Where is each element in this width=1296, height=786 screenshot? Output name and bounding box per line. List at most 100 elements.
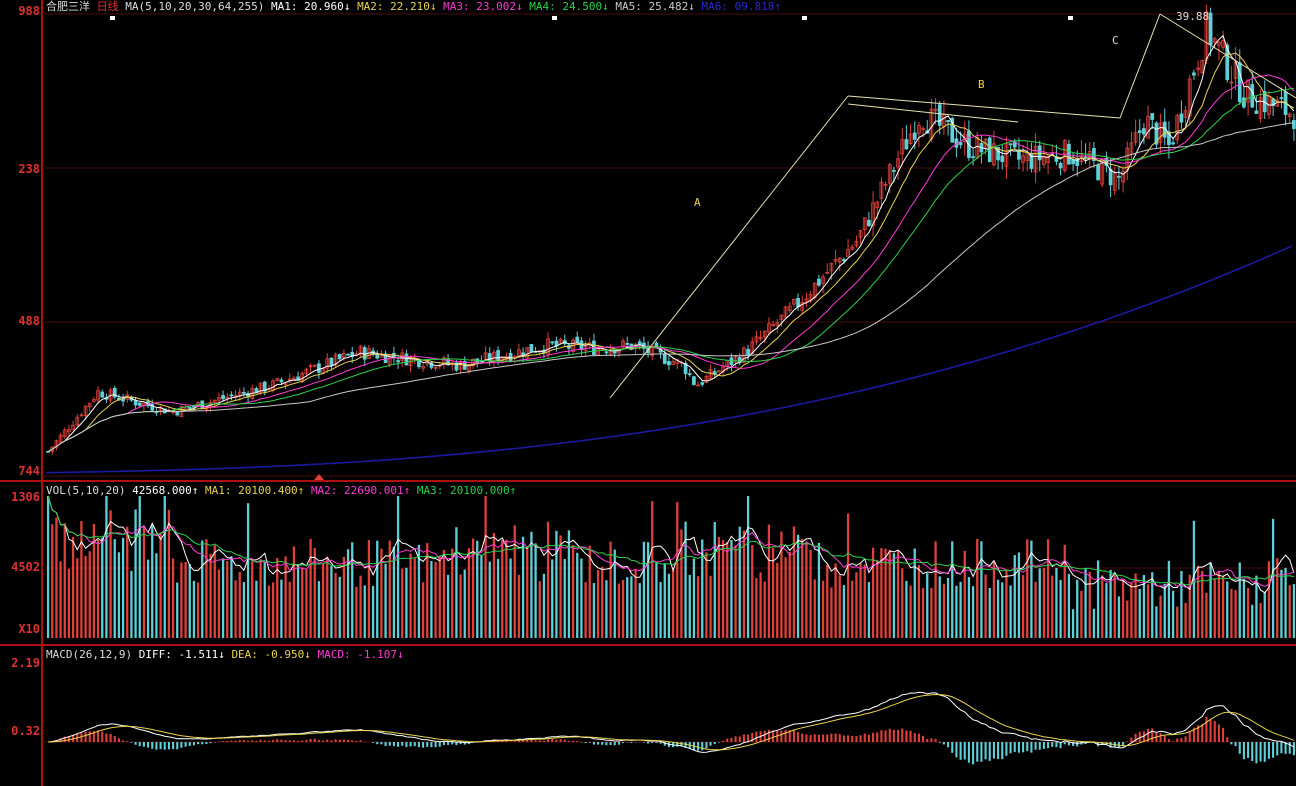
ma2-value: MA2: 22.210↓ <box>357 0 437 13</box>
candle-body <box>1071 159 1075 165</box>
candle-body <box>1137 130 1142 133</box>
peak-price-label: 39.88 <box>1176 10 1210 23</box>
candle-body <box>329 357 334 367</box>
volume-tick-top: 1306 <box>11 490 40 504</box>
candle-body <box>1171 142 1175 145</box>
candle-body <box>1208 12 1213 45</box>
candle-body <box>346 353 350 356</box>
vol-value: 42568.000↑ <box>132 484 199 497</box>
macd-value: MACD: -1.107↓ <box>317 648 404 661</box>
candle-body <box>1000 155 1005 162</box>
candle-body <box>746 348 750 356</box>
vol-ma1: MA1: 20100.400↑ <box>204 484 305 497</box>
macd-header: MACD(26,12,9) DIFF: -1.511↓ DEA: -0.950↓… <box>46 648 404 661</box>
candle-body <box>575 336 580 343</box>
event-marker <box>110 16 115 20</box>
candle-body <box>817 278 821 286</box>
candle-body <box>175 411 180 416</box>
period-marker <box>314 474 324 480</box>
candle-body <box>508 352 513 362</box>
candle-body <box>1179 113 1184 123</box>
candle-body <box>550 341 555 344</box>
ma-params: MA(5,10,20,30,64,255) <box>125 0 265 13</box>
macd-tick-top: 2.19 <box>11 656 40 670</box>
event-marker <box>1068 16 1073 20</box>
candle-body <box>1150 113 1155 120</box>
volume-header: VOL(5,10,20) 42568.000↑ MA1: 20100.400↑ … <box>46 484 516 497</box>
candle-body <box>662 353 667 364</box>
candle-body <box>1008 143 1013 146</box>
candle-body <box>1254 110 1259 114</box>
price-tick-bottom: 744 <box>18 464 40 478</box>
candle-body <box>612 351 617 354</box>
vol-ma3: MA3: 20100.000↑ <box>416 484 517 497</box>
candle-body <box>946 120 950 122</box>
candle-body <box>496 350 500 362</box>
candle-body <box>1142 128 1146 135</box>
price-header: 合肥三洋 日线 MA(5,10,20,30,64,255) MA1: 20.96… <box>46 0 781 13</box>
ma10-line <box>47 52 1295 453</box>
candle-body <box>712 371 717 375</box>
candle-body <box>1067 143 1071 165</box>
price-tick-3: 488 <box>18 314 40 328</box>
ma4-value: MA4: 24.500↓ <box>529 0 609 13</box>
candle-body <box>487 353 492 362</box>
candle-body <box>796 298 800 308</box>
candle-body <box>221 394 225 400</box>
candle-body <box>1250 84 1255 108</box>
volume-unit: X10 <box>18 622 40 636</box>
candle-body <box>1242 97 1246 108</box>
candle-body <box>1279 97 1284 99</box>
candle-body <box>904 139 909 150</box>
candle-body <box>958 142 963 146</box>
candle-body <box>1117 175 1121 178</box>
candle-body <box>700 382 705 385</box>
ma1-value: MA1: 20.960↓ <box>270 0 351 13</box>
wave-trendline <box>1159 13 1296 99</box>
vol-ma20-line <box>47 495 1295 586</box>
candle-body <box>529 344 534 353</box>
candle-body <box>133 400 138 406</box>
vol-ma2: MA2: 22690.001↑ <box>310 484 411 497</box>
wave-trendline <box>609 95 849 399</box>
wave-label-b: B <box>978 78 985 91</box>
candle-body <box>100 391 105 398</box>
candle-body <box>937 104 942 126</box>
macd-label: MACD(26,12,9) <box>46 648 133 661</box>
candle-body <box>362 347 367 360</box>
wave-label-a: A <box>694 196 701 209</box>
candle-body <box>912 132 917 140</box>
ma6-value: MA6: 09.818↑ <box>701 0 781 13</box>
candle-body <box>687 373 692 376</box>
candle-body <box>625 342 630 345</box>
candle-body <box>187 406 192 409</box>
candle-body <box>1096 164 1100 181</box>
candle-body <box>404 353 409 366</box>
vol-label: VOL(5,10,20) <box>46 484 126 497</box>
stock-name: 合肥三洋 <box>46 0 90 13</box>
candle-body <box>971 156 975 159</box>
diff-value: DIFF: -1.511↓ <box>138 648 225 661</box>
event-marker <box>552 16 557 20</box>
wave-label-c: C <box>1112 34 1119 47</box>
wave-trendline <box>847 95 1121 119</box>
wave-trendline <box>1119 13 1161 119</box>
candle-body <box>842 259 846 261</box>
event-marker <box>802 16 807 20</box>
candle-body <box>1292 120 1296 129</box>
period-label[interactable]: 日线 <box>97 0 119 13</box>
price-tick-2: 238 <box>18 162 40 176</box>
candle-body <box>1192 72 1196 76</box>
ma3-value: MA3: 23.002↓ <box>443 0 523 13</box>
candle-body <box>729 357 734 366</box>
candle-body <box>137 402 142 406</box>
ma5-line <box>47 34 1295 453</box>
candle-body <box>892 169 896 172</box>
candle-body <box>242 391 246 394</box>
candle-body <box>1237 62 1242 103</box>
ma20-line <box>47 74 1295 453</box>
vol-ma10-line <box>47 495 1295 589</box>
candle-body <box>692 376 696 385</box>
macd-tick-zero: 0.32 <box>11 724 40 738</box>
candle-body <box>317 363 321 373</box>
